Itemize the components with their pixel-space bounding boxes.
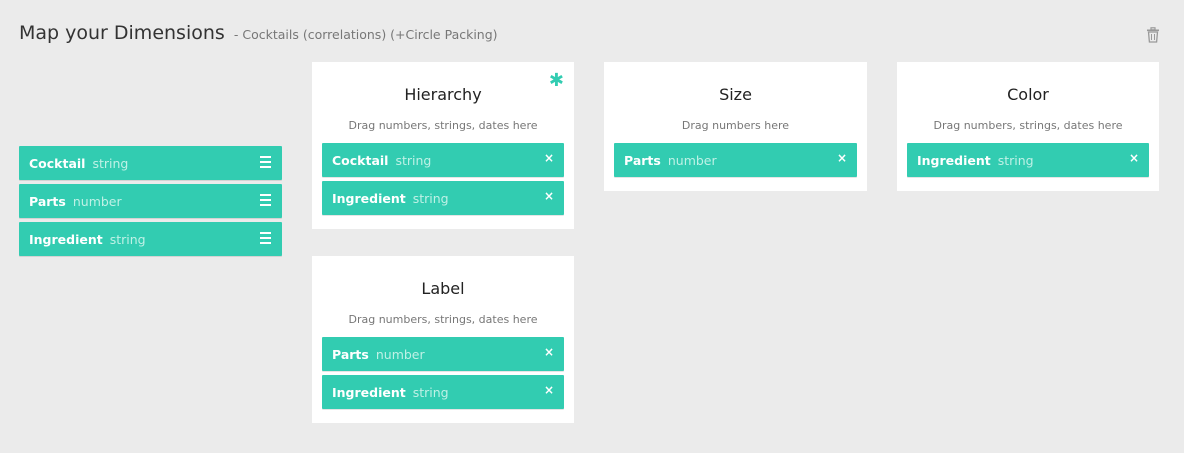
dimension-type: string bbox=[412, 384, 449, 400]
dimension-name: Parts bbox=[29, 193, 66, 209]
close-icon[interactable]: × bbox=[544, 150, 554, 166]
card-hint: Drag numbers, strings, dates here bbox=[348, 313, 538, 326]
close-icon[interactable]: × bbox=[544, 344, 554, 360]
trash-icon[interactable] bbox=[1146, 27, 1160, 43]
label-card[interactable]: Label Drag numbers, strings, dates here … bbox=[312, 256, 574, 423]
dimension-ingredient[interactable]: Ingredient string bbox=[19, 222, 282, 256]
mapped-dimension[interactable]: Ingredient string × bbox=[907, 143, 1149, 177]
dimension-name: Parts bbox=[332, 346, 369, 362]
card-hint: Drag numbers here bbox=[681, 119, 790, 132]
dimension-name: Ingredient bbox=[29, 231, 103, 247]
hamburger-icon[interactable] bbox=[260, 194, 271, 206]
dimension-type: number bbox=[667, 152, 717, 168]
dimension-type: string bbox=[109, 231, 146, 247]
dimension-type: string bbox=[92, 155, 129, 171]
dimension-parts[interactable]: Parts number bbox=[19, 184, 282, 218]
dimension-name: Cocktail bbox=[29, 155, 86, 171]
close-icon[interactable]: × bbox=[837, 150, 847, 166]
hamburger-icon[interactable] bbox=[260, 232, 271, 244]
mapped-dimension[interactable]: Cocktail string × bbox=[322, 143, 564, 177]
page-subtitle: - Cocktails (correlations) (+Circle Pack… bbox=[233, 27, 498, 42]
mapped-dimension[interactable]: Parts number × bbox=[322, 337, 564, 371]
card-title: Color bbox=[1007, 85, 1049, 104]
dimension-name: Ingredient bbox=[332, 384, 406, 400]
card-hint: Drag numbers, strings, dates here bbox=[348, 119, 538, 132]
dimension-type: string bbox=[412, 190, 449, 206]
page-header: Map your Dimensions - Cocktails (correla… bbox=[19, 22, 498, 44]
dimension-type: string bbox=[997, 152, 1034, 168]
close-icon[interactable]: × bbox=[544, 382, 554, 398]
mapped-dimension[interactable]: Ingredient string × bbox=[322, 375, 564, 409]
card-hint: Drag numbers, strings, dates here bbox=[933, 119, 1123, 132]
card-title: Hierarchy bbox=[404, 85, 482, 104]
hierarchy-card[interactable]: ✱ Hierarchy Drag numbers, strings, dates… bbox=[312, 62, 574, 229]
close-icon[interactable]: × bbox=[1129, 150, 1139, 166]
hamburger-icon[interactable] bbox=[260, 156, 271, 168]
dimension-type: string bbox=[395, 152, 432, 168]
dimension-name: Parts bbox=[624, 152, 661, 168]
dimension-name: Ingredient bbox=[332, 190, 406, 206]
size-card[interactable]: Size Drag numbers here Parts number × bbox=[604, 62, 867, 191]
dimension-type: number bbox=[72, 193, 122, 209]
mapped-dimension[interactable]: Ingredient string × bbox=[322, 181, 564, 215]
dimension-type: number bbox=[375, 346, 425, 362]
dimension-cocktail[interactable]: Cocktail string bbox=[19, 146, 282, 180]
dimension-name: Ingredient bbox=[917, 152, 991, 168]
card-title: Label bbox=[421, 279, 465, 298]
card-title: Size bbox=[719, 85, 752, 104]
mapped-dimension[interactable]: Parts number × bbox=[614, 143, 857, 177]
dimension-name: Cocktail bbox=[332, 152, 389, 168]
color-card[interactable]: Color Drag numbers, strings, dates here … bbox=[897, 62, 1159, 191]
page-title: Map your Dimensions bbox=[19, 22, 225, 44]
close-icon[interactable]: × bbox=[544, 188, 554, 204]
